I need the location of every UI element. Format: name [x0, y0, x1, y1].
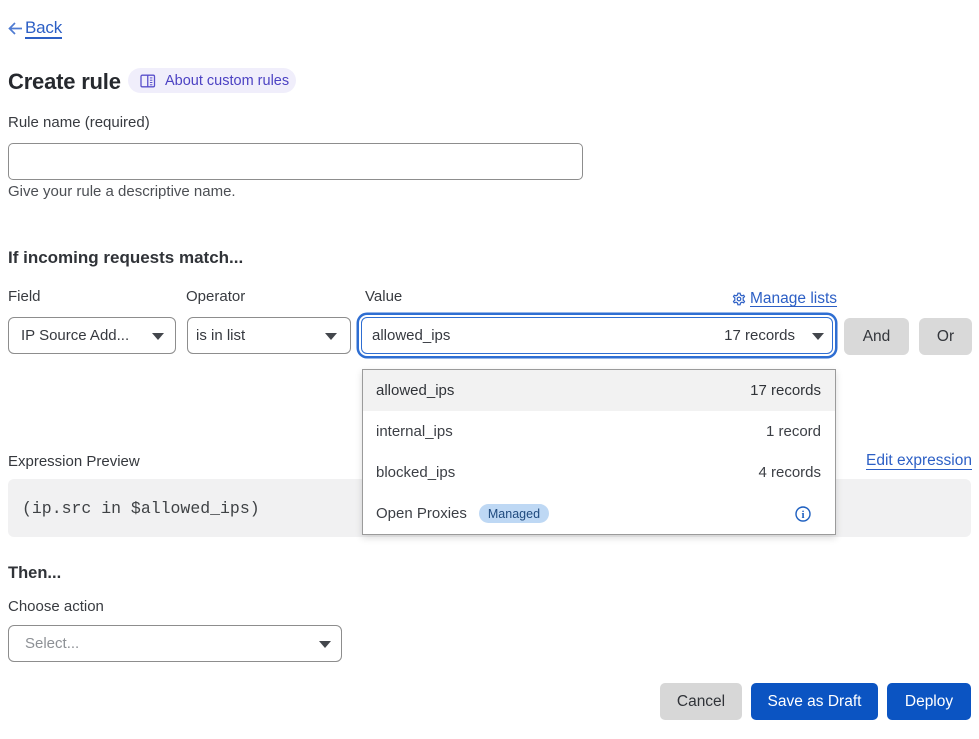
svg-text:i: i — [801, 509, 804, 521]
